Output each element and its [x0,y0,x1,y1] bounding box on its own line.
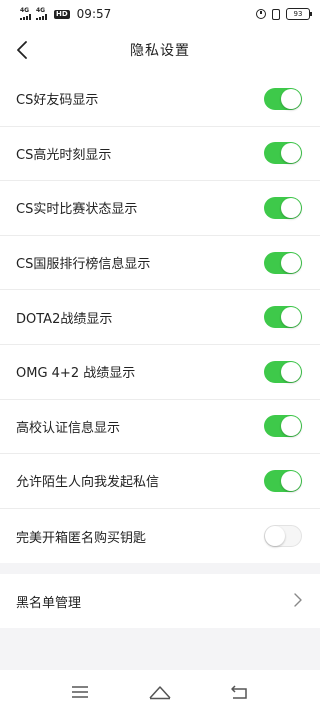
setting-label: CS实时比赛状态显示 [16,202,138,218]
toggle-knob [281,416,301,437]
setting-row-cs-live-match: CS实时比赛状态显示 [0,181,320,236]
status-left: 4G 4G HD 09:57 [20,7,111,21]
blacklist-label: 黑名单管理 [16,595,82,611]
setting-label: CS国服排行榜信息显示 [16,257,151,273]
blacklist-management-row[interactable]: 黑名单管理 [0,574,320,628]
toggle-knob [281,197,301,218]
signal-1-icon: 4G [20,8,31,20]
toggle-knob [281,361,301,382]
setting-row-stranger-messages: 允许陌生人向我发起私信 [0,454,320,509]
toggle-switch[interactable] [264,142,302,165]
toggle-knob [281,307,301,328]
status-time: 09:57 [76,7,112,21]
setting-row-omg-record: OMG 4+2 战绩显示 [0,345,320,400]
status-right: 93 [256,8,312,20]
hd-badge: HD [54,9,70,19]
setting-row-school-cert: 高校认证信息显示 [0,400,320,455]
header: 隐私设置 [0,28,320,72]
toggle-switch[interactable] [264,87,302,110]
toggle-switch[interactable] [264,306,302,329]
setting-label: 高校认证信息显示 [16,420,121,436]
toggle-knob [265,526,285,547]
toggle-knob [281,470,301,491]
settings-list: CS好友码显示 CS高光时刻显示 CS实时比赛状态显示 CS国服排行榜信息显示 … [0,72,320,564]
toggle-switch[interactable] [264,415,302,438]
battery-icon: 93 [286,8,312,20]
menu-icon[interactable] [60,677,100,707]
toggle-switch[interactable] [264,469,302,492]
screen: 4G 4G HD 09:57 93 隐私设置 CS好友码显示 CS高光时刻显示 … [0,0,320,713]
system-nav-bar [0,670,320,713]
toggle-knob [281,252,301,273]
setting-label: 允许陌生人向我发起私信 [16,475,160,491]
setting-label: CS好友码显示 [16,93,99,109]
toggle-knob [281,88,301,109]
setting-label: DOTA2战绩显示 [16,311,113,327]
setting-label: 完美开箱匿名购买钥匙 [16,530,147,546]
toggle-switch[interactable] [264,525,302,548]
status-bar: 4G 4G HD 09:57 93 [0,0,320,28]
back-arrow-icon[interactable] [8,36,36,64]
setting-label: OMG 4+2 战绩显示 [16,366,136,382]
signal-2-icon: 4G [36,8,47,20]
toggle-switch[interactable] [264,251,302,274]
home-icon[interactable] [140,677,180,707]
setting-row-dota2-record: DOTA2战绩显示 [0,290,320,345]
vibrate-icon [272,8,280,20]
page-title: 隐私设置 [130,43,190,59]
chevron-right-icon [294,592,302,611]
setting-label: CS高光时刻显示 [16,147,112,163]
setting-row-cs-ranking: CS国服排行榜信息显示 [0,236,320,291]
setting-row-cs-highlights: CS高光时刻显示 [0,127,320,182]
alarm-icon [256,9,266,19]
toggle-knob [281,143,301,164]
toggle-switch[interactable] [264,196,302,219]
setting-row-anonymous-key-purchase: 完美开箱匿名购买钥匙 [0,509,320,564]
back-icon[interactable] [220,677,260,707]
toggle-switch[interactable] [264,360,302,383]
setting-row-cs-friend-code: CS好友码显示 [0,72,320,127]
